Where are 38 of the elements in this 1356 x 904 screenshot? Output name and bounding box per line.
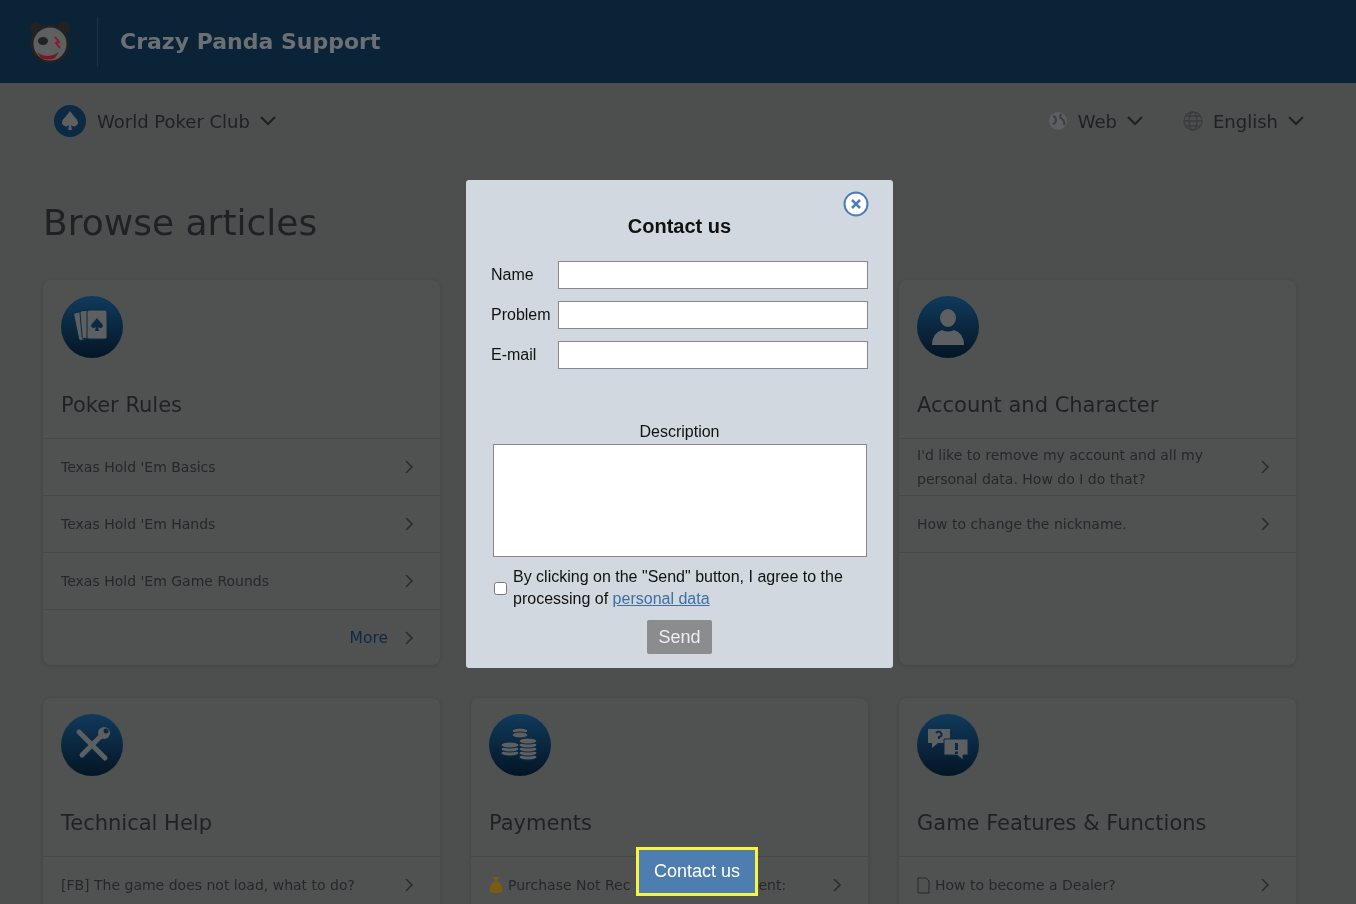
field-label: Problem <box>491 306 552 324</box>
personal-data-link[interactable]: personal data <box>612 590 710 607</box>
chevron-down-icon <box>1288 116 1304 126</box>
speech-bubbles-icon <box>916 713 980 777</box>
coin-stacks-icon <box>488 713 552 777</box>
chevron-right-icon <box>404 629 414 646</box>
text-field[interactable] <box>558 261 868 289</box>
chevron-right-icon <box>404 573 414 589</box>
chevron-right-icon <box>404 877 414 893</box>
tools-icon <box>60 713 124 777</box>
chevron-down-icon <box>259 116 276 126</box>
site-title: Crazy Panda Support <box>120 29 381 54</box>
person-icon <box>916 295 980 359</box>
chevron-right-icon <box>404 516 414 532</box>
chevron-right-icon <box>1260 459 1270 475</box>
chevron-right-icon <box>1260 877 1270 893</box>
contact-us-button[interactable]: Contact us <box>636 847 758 896</box>
spade-icon <box>53 104 87 138</box>
send-button[interactable]: Send <box>647 620 712 654</box>
chevron-right-icon <box>1260 516 1270 532</box>
text-field[interactable] <box>558 341 868 369</box>
chevron-right-icon <box>404 459 414 475</box>
document-icon <box>917 876 930 894</box>
dialog-title: Contact us <box>626 214 733 238</box>
description-field[interactable] <box>493 444 867 557</box>
chevron-down-icon <box>1127 116 1143 126</box>
text-field[interactable] <box>558 301 868 329</box>
consent-text: By clicking on the "Send" button, I agree to the processing of personal data <box>513 567 844 609</box>
field-label: Description <box>638 422 721 442</box>
consent-checkbox[interactable] <box>494 581 507 595</box>
chevron-right-icon <box>832 877 842 893</box>
globe-icon <box>1047 111 1068 131</box>
field-label: E-mail <box>491 346 538 364</box>
more-link[interactable]: More <box>349 628 388 647</box>
field-label: Name <box>491 266 535 284</box>
money-bag-icon <box>489 876 503 894</box>
playing-cards-icon <box>60 295 124 359</box>
close-icon[interactable] <box>843 191 869 217</box>
